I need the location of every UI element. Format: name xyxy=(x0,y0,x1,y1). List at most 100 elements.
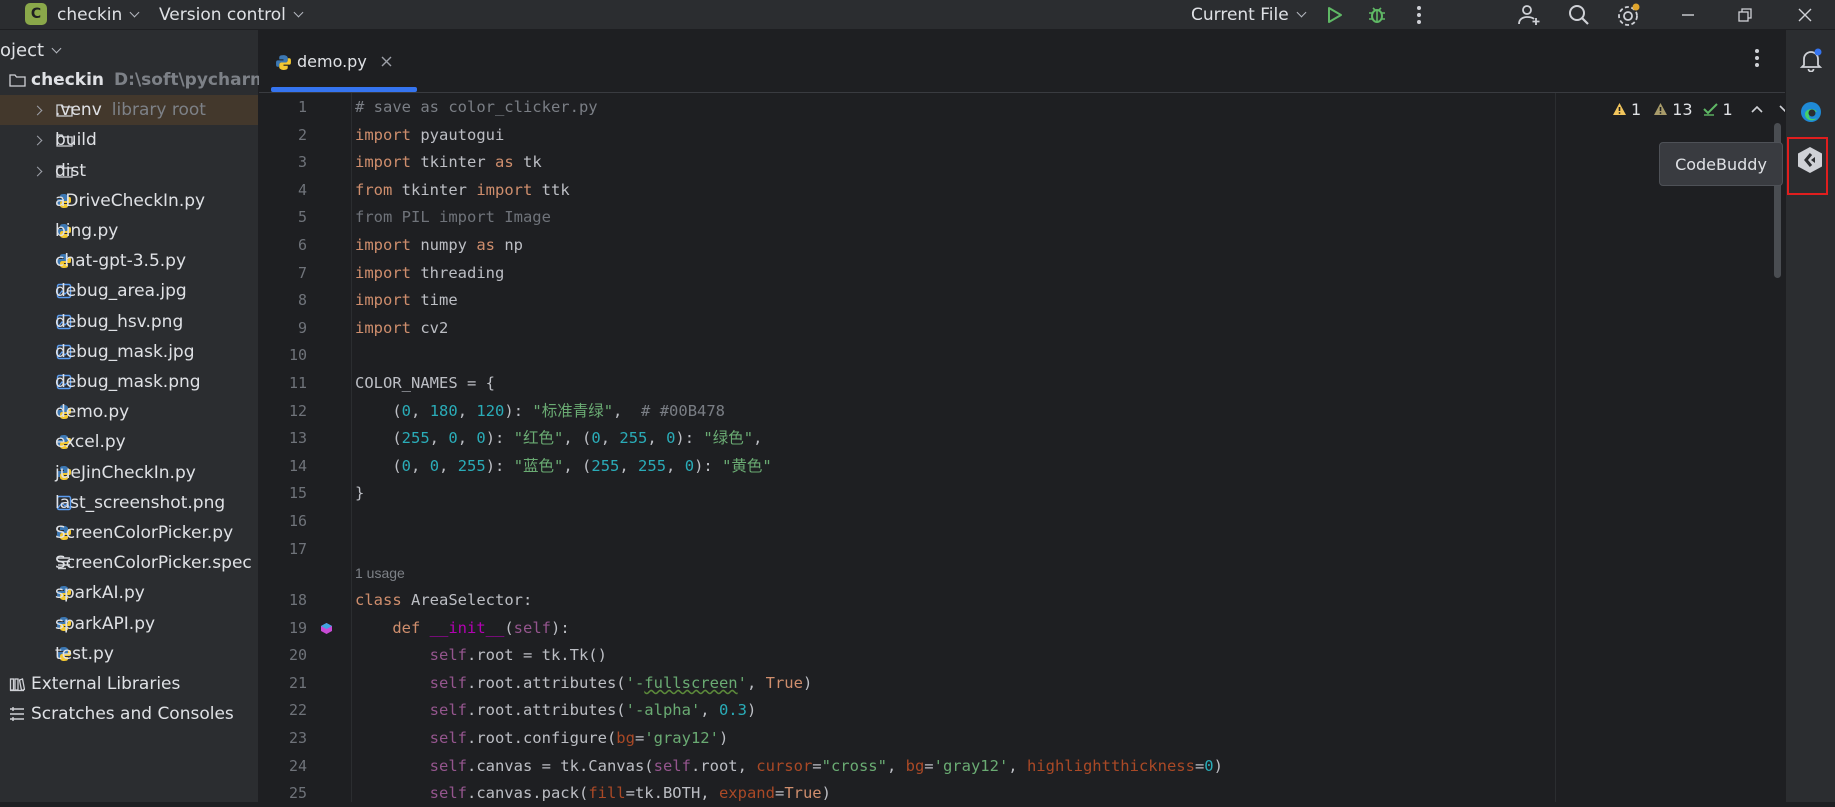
project-badge[interactable]: C xyxy=(25,3,47,25)
tree-item-text: ScreenColorPicker.spec xyxy=(55,553,252,573)
tree-item[interactable]: .venv library root xyxy=(0,95,258,126)
tree-item-label: last_screenshot.png xyxy=(55,492,226,513)
close-tab-icon[interactable] xyxy=(381,56,392,67)
line-number: 14 xyxy=(288,456,307,475)
vcs-menu[interactable]: Version control xyxy=(159,0,304,29)
code-line: import numpy as np xyxy=(355,236,523,254)
vcs-label: Version control xyxy=(159,4,286,25)
tree-item-text: ScreenColorPicker.py xyxy=(55,523,233,543)
project-name: checkin xyxy=(57,4,123,25)
tree-item-label: External Libraries xyxy=(31,674,181,694)
ok-count: 1 xyxy=(1722,99,1733,119)
chevron-right-icon[interactable] xyxy=(32,105,43,116)
tree-item[interactable]: External Libraries xyxy=(0,669,258,699)
settings-icon[interactable] xyxy=(1615,2,1641,28)
code-line: from tkinter import ttk xyxy=(355,180,570,199)
line-number: 22 xyxy=(288,701,307,720)
more-vertical-icon[interactable] xyxy=(1754,48,1760,73)
inspection-widget[interactable]: 1 13 1 xyxy=(1612,96,1791,122)
tree-item[interactable]: dist xyxy=(0,156,258,186)
tree-item[interactable]: debug_hsv.png xyxy=(0,307,258,337)
tree-item-text: last_screenshot.png xyxy=(55,493,225,513)
code-line: import tkinter as tk xyxy=(355,153,542,172)
debug-icon[interactable] xyxy=(1364,2,1390,28)
tree-item[interactable]: checkin D:\soft\pycharm\Py xyxy=(0,65,298,95)
tree-item[interactable]: demo.py xyxy=(0,397,258,427)
project-switcher[interactable]: checkin xyxy=(57,0,140,29)
tree-item-label: ScreenColorPicker.spec xyxy=(55,553,252,574)
implemented-method-icon[interactable] xyxy=(320,620,333,640)
tree-item[interactable]: last_screenshot.png xyxy=(0,488,258,518)
line-number: 25 xyxy=(288,784,307,803)
tree-item[interactable]: Scratches and Consoles xyxy=(0,699,258,729)
run-icon[interactable] xyxy=(1321,2,1347,28)
warning-icon xyxy=(1613,103,1626,115)
line-number: 17 xyxy=(288,539,307,558)
tree-item[interactable]: test.py xyxy=(0,639,258,669)
code-line: COLOR_NAMES = { xyxy=(355,374,495,392)
more-vertical-icon[interactable] xyxy=(1406,2,1432,28)
tree-item-text: build xyxy=(55,130,97,150)
code-line: self.canvas = tk.Canvas(self.root, curso… xyxy=(429,756,1223,775)
close-icon[interactable] xyxy=(1792,2,1818,28)
tab-demo-py[interactable]: demo.py xyxy=(271,48,417,92)
codebuddy-tooltip: CodeBuddy xyxy=(1659,142,1783,186)
notifications-icon[interactable] xyxy=(1799,48,1823,77)
right-margin-separator xyxy=(1555,93,1556,802)
line-number: 24 xyxy=(288,756,307,775)
tree-item-label: debug_area.jpg xyxy=(55,281,187,302)
minimize-icon[interactable] xyxy=(1675,2,1701,28)
project-view-selector[interactable]: oject xyxy=(0,30,258,70)
tree-item[interactable]: aDriveCheckIn.py xyxy=(0,186,258,216)
line-number: 7 xyxy=(297,263,307,282)
line-number: 2 xyxy=(297,125,307,144)
usage-hint[interactable]: 1 usage xyxy=(355,559,405,587)
line-number: 15 xyxy=(288,484,307,503)
tree-item-text: checkin D:\soft\pycharm\Py xyxy=(31,70,298,90)
chevron-down-icon xyxy=(1296,7,1307,18)
chevron-right-icon[interactable] xyxy=(32,135,43,146)
tree-item-label: bing.py xyxy=(55,221,119,241)
code-line: self.root.attributes('-fullscreen', True… xyxy=(429,673,813,692)
line-number: 21 xyxy=(288,673,307,692)
add-user-icon[interactable] xyxy=(1516,2,1542,28)
run-config-selector[interactable]: Current File xyxy=(1191,0,1307,29)
tree-item[interactable]: debug_mask.png xyxy=(0,367,258,397)
tree-item-label: excel.py xyxy=(55,432,126,453)
tree-item[interactable]: sparkAPI.py xyxy=(0,609,258,639)
code-line: from PIL import Image xyxy=(355,208,551,227)
tree-item[interactable]: bing.py xyxy=(0,216,258,246)
code-editor[interactable]: # save as color_clicker.py import pyauto… xyxy=(355,93,1555,802)
tree-item-label: debug_mask.png xyxy=(55,372,201,392)
tree-item[interactable]: ScreenColorPicker.spec xyxy=(0,548,258,578)
edge-browser-icon[interactable] xyxy=(1799,100,1823,129)
line-number: 4 xyxy=(297,180,307,199)
tree-item-label: sparkAI.py xyxy=(55,583,145,604)
tree-item[interactable]: sparkAI.py xyxy=(0,578,258,608)
code-line: import time xyxy=(355,291,458,310)
gutter-separator xyxy=(351,93,352,802)
tree-item-label: debug_mask.jpg xyxy=(55,341,195,362)
tree-item[interactable]: debug_area.jpg xyxy=(0,276,258,306)
tree-item[interactable]: ScreenColorPicker.py xyxy=(0,518,258,548)
tree-item-label: .venv xyxy=(55,100,102,121)
search-icon[interactable] xyxy=(1566,2,1592,28)
tree-item-label: demo.py xyxy=(55,402,130,423)
tab-label: demo.py xyxy=(297,52,367,71)
tree-item[interactable]: jueJinCheckIn.py xyxy=(0,458,258,488)
weak-warning-icon xyxy=(1654,103,1668,115)
tree-item-text: demo.py xyxy=(55,402,129,422)
tree-item[interactable]: excel.py xyxy=(0,427,258,457)
tree-item[interactable]: build xyxy=(0,125,258,155)
chevron-right-icon[interactable] xyxy=(32,166,43,177)
previous-highlight-icon[interactable] xyxy=(1751,105,1763,113)
code-line: (0, 180, 120): "标准青绿", # #00B478 xyxy=(355,401,726,420)
line-number: 19 xyxy=(288,618,307,637)
tree-item[interactable]: chat-gpt-3.5.py xyxy=(0,246,258,276)
tree-item-text: jueJinCheckIn.py xyxy=(55,463,196,483)
line-number: 18 xyxy=(288,591,307,609)
line-number: 20 xyxy=(288,646,307,665)
tree-item-label: checkin xyxy=(31,70,105,90)
tree-item[interactable]: debug_mask.jpg xyxy=(0,337,258,367)
restore-icon[interactable] xyxy=(1732,2,1758,28)
